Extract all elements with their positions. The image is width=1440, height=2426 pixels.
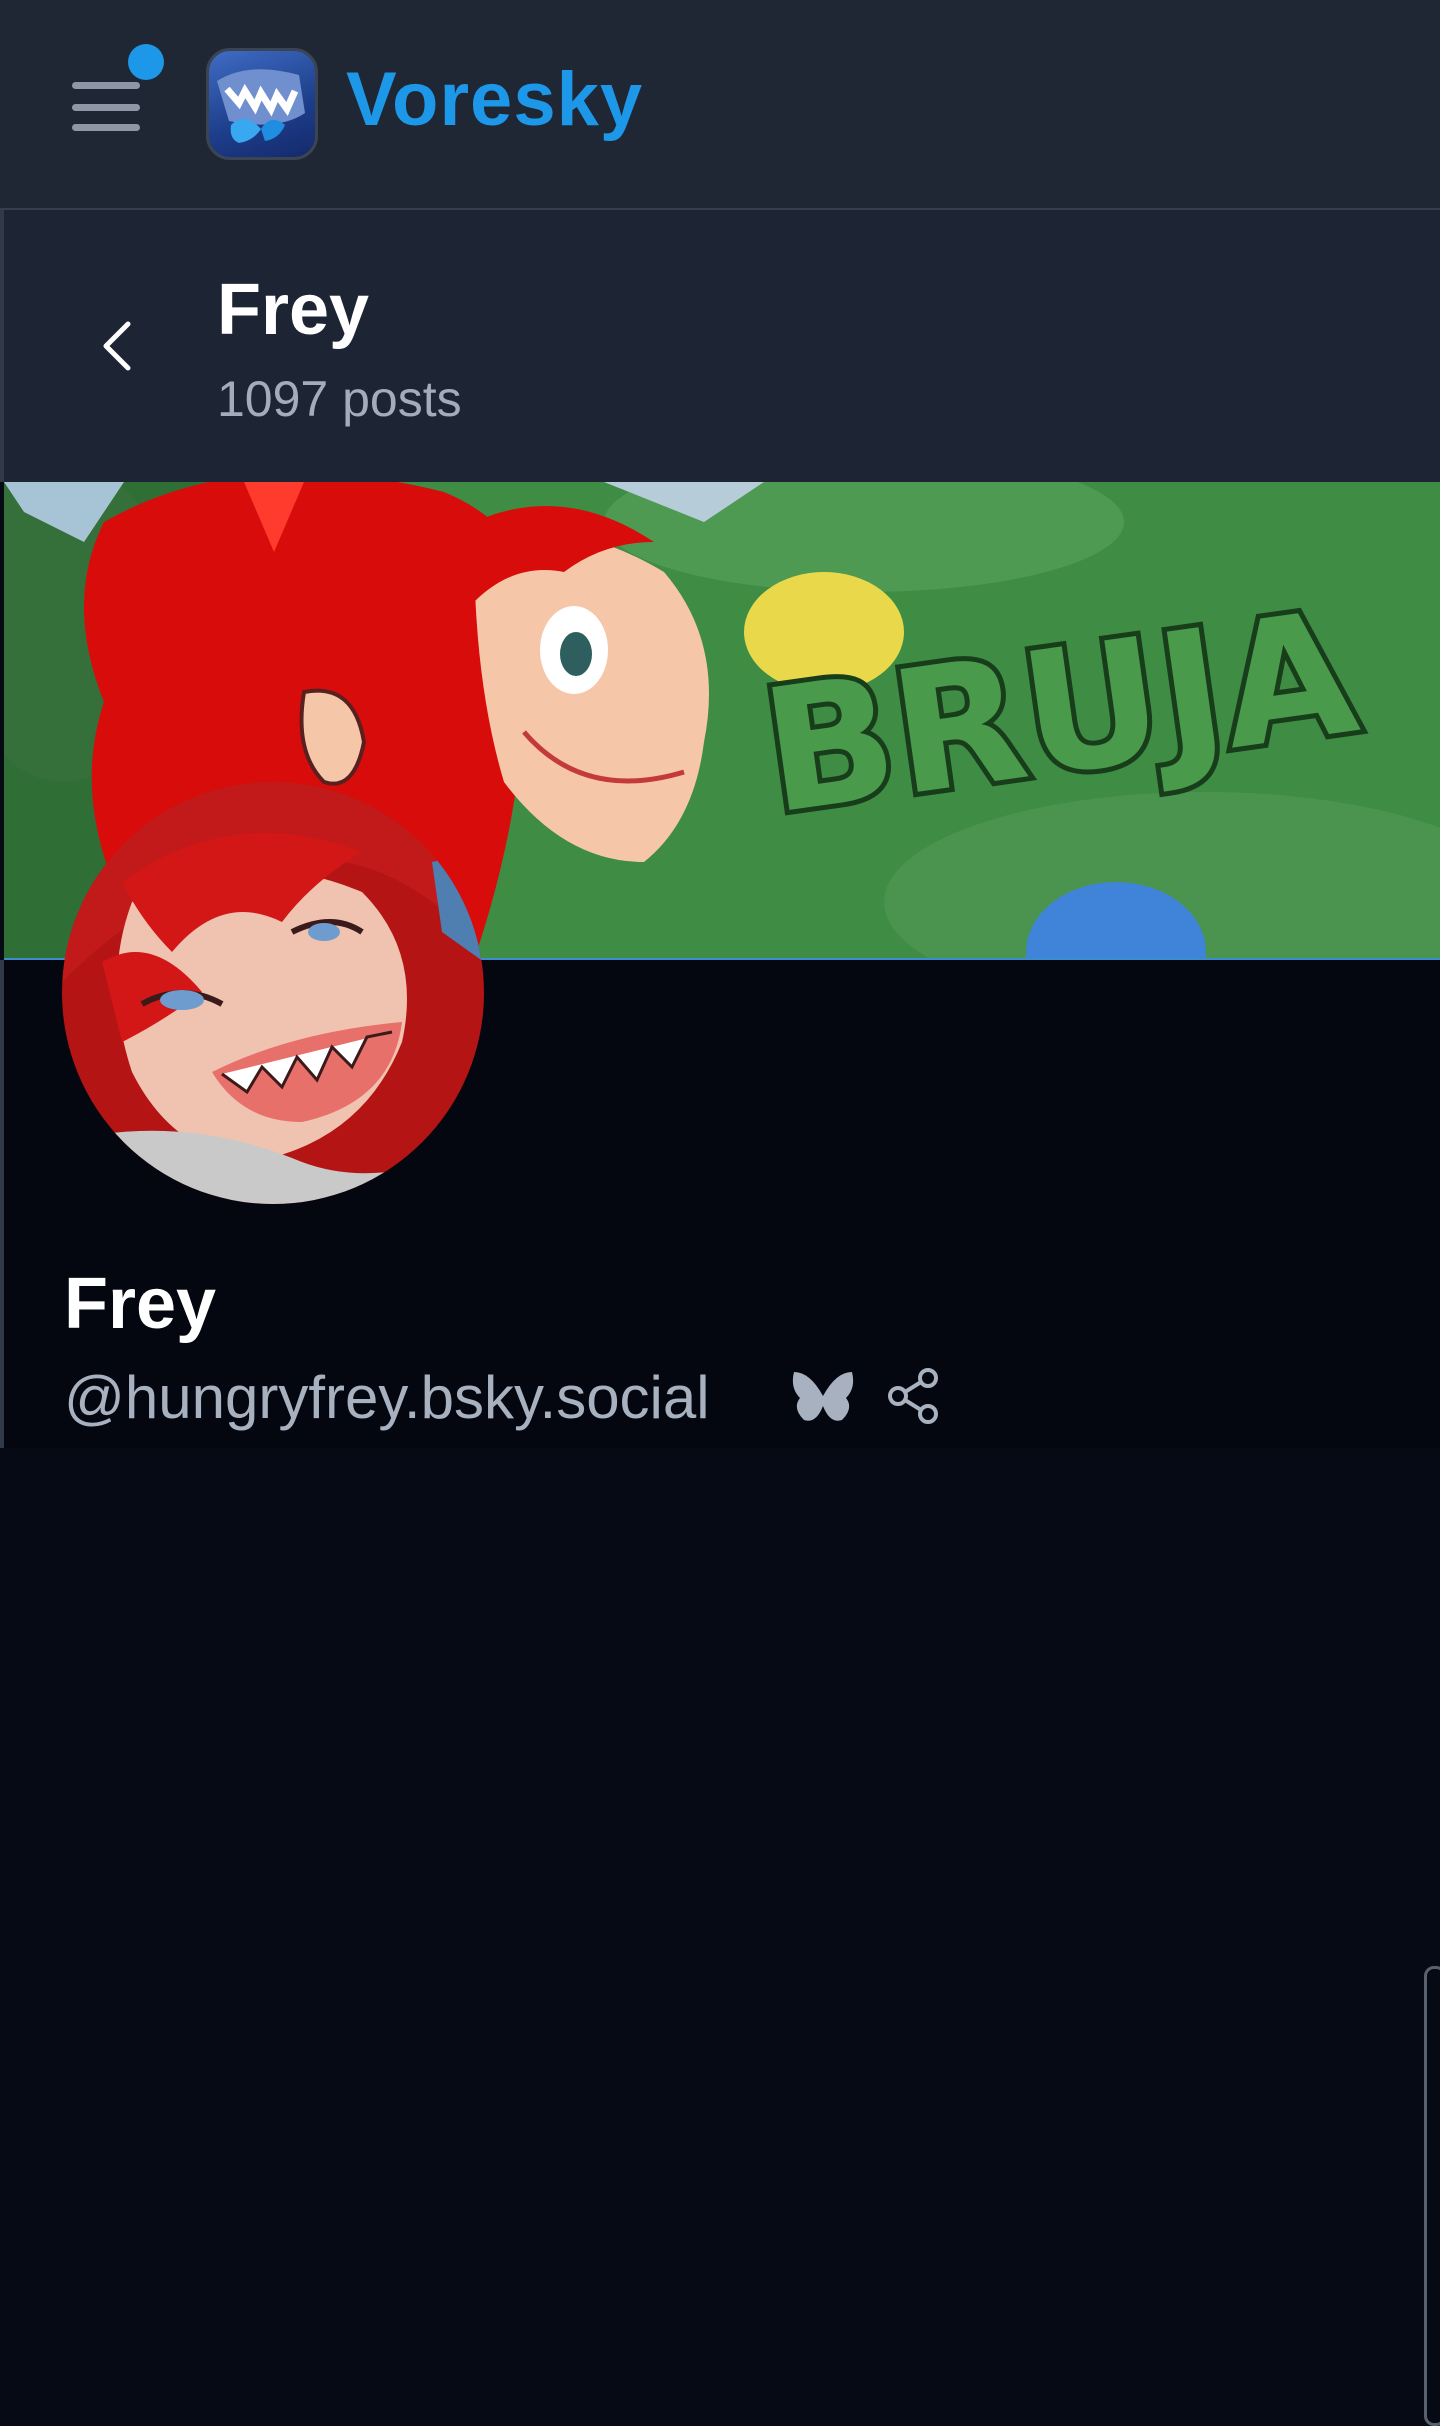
back-button[interactable] [84,310,154,382]
hamburger-menu-icon-bar [72,104,140,111]
share-icon[interactable] [884,1366,944,1426]
profile-header-bar: Frey 1097 posts [0,210,1440,482]
profile-handle[interactable]: @hungryfrey.bsky.social [64,1368,710,1428]
hamburger-menu-icon [72,82,140,89]
hamburger-menu-icon-bar [72,124,140,131]
logo-shark-graphic [217,69,305,143]
chevron-left-icon [103,321,131,371]
scrollbar[interactable] [1424,1966,1440,2426]
posts-count: 1097 posts [217,371,462,427]
share-icon-graphic [888,1368,938,1424]
menu-button[interactable] [62,44,172,150]
top-app-bar: Voresky [0,0,1440,210]
avatar[interactable] [62,782,484,1204]
avatar-artwork [62,782,484,1204]
butterfly-icon-graphic [792,1372,854,1421]
page-title: Frey [217,270,370,350]
display-name: Frey [64,1264,217,1344]
app-name[interactable]: Voresky [346,62,643,138]
butterfly-icon[interactable] [790,1368,856,1428]
notification-dot [128,44,164,80]
voresky-logo-icon[interactable] [206,48,318,160]
